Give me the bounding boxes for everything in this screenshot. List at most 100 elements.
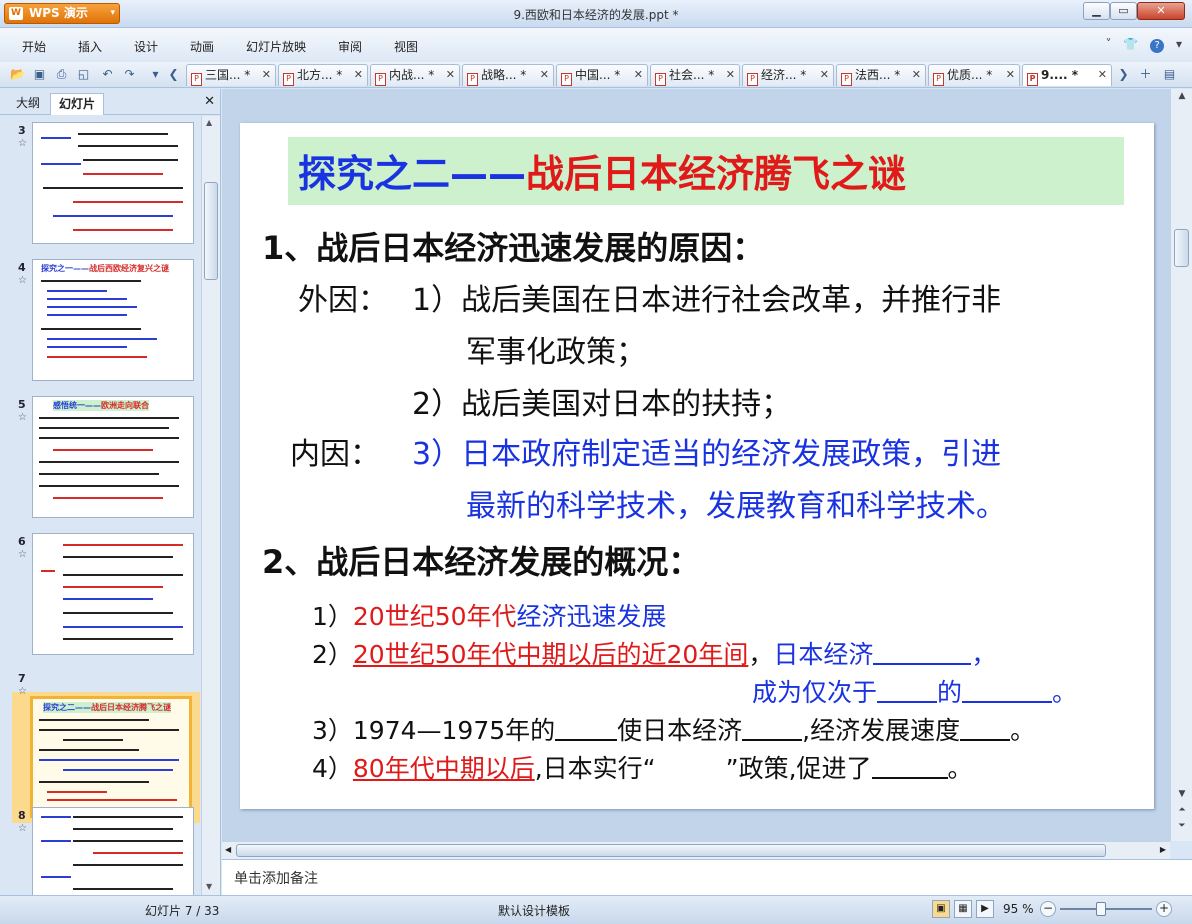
next-slide-icon[interactable]: ⏷ [1175, 821, 1189, 835]
menu-start[interactable]: 开始 [22, 38, 46, 55]
doc-tab-7[interactable]: P 经济... * ✕ [742, 64, 834, 86]
tab-list-icon[interactable]: ▤ [1162, 67, 1177, 82]
zoom-level[interactable]: 95 % [1003, 902, 1034, 916]
slide-sorter-view-icon[interactable]: ▦ [954, 900, 972, 918]
doc-tab-1[interactable]: P 三国... * ✕ [186, 64, 276, 86]
menu-animation[interactable]: 动画 [190, 38, 214, 55]
scroll-down-icon[interactable]: ▼ [1175, 789, 1189, 803]
thumb-slide-8[interactable] [32, 807, 194, 895]
maximize-button[interactable]: ▭ [1110, 2, 1137, 20]
close-tab-icon[interactable]: ✕ [634, 65, 643, 85]
close-button[interactable]: ✕ [1137, 2, 1185, 20]
menu-view[interactable]: 视图 [394, 38, 418, 55]
tab-outline[interactable]: 大纲 [8, 93, 48, 115]
help-icon[interactable]: ? [1150, 39, 1165, 53]
doc-tab-5[interactable]: P 中国... * ✕ [556, 64, 648, 86]
thumbnail-scrollbar[interactable]: ▲ ▼ [201, 116, 220, 895]
thumbnail-list: 3 ☆ 4 ☆ 探究之一——战后西欧经济复兴之谜 5 ☆ 感悟统一——欧洲走向联… [0, 116, 200, 895]
collapse-ribbon-icon[interactable]: ˅ [1106, 37, 1112, 51]
zoom-out-button[interactable]: − [1040, 901, 1056, 917]
notes-pane[interactable]: 单击添加备注 [222, 859, 1192, 895]
thumb-title: 探究之一——战后西欧经济复兴之谜 [41, 264, 169, 273]
doc-tab-4[interactable]: P 战略... * ✕ [462, 64, 554, 86]
close-tab-icon[interactable]: ✕ [726, 65, 735, 85]
close-tab-icon[interactable]: ✕ [446, 65, 455, 85]
doc-tab-6[interactable]: P 社会... * ✕ [650, 64, 740, 86]
fill-blank[interactable] [742, 719, 803, 741]
scrollbar-thumb[interactable] [204, 182, 218, 280]
heading-overview[interactable]: 2、战后日本经济发展的概况： [262, 537, 700, 583]
doc-tab-8[interactable]: P 法西... * ✕ [836, 64, 926, 86]
tabs-scroll-left-icon[interactable]: ❮ [166, 67, 181, 82]
print-preview-icon[interactable]: ◱ [76, 67, 91, 82]
fill-blank[interactable] [555, 719, 618, 741]
zoom-slider-handle[interactable] [1096, 902, 1106, 916]
external-cause-2: 2）战后美国对日本的扶持； [412, 387, 792, 422]
thumb-slide-3[interactable] [32, 122, 194, 244]
close-tab-icon[interactable]: ✕ [262, 65, 271, 85]
thumb-slide-7[interactable]: 探究之二——战后日本经济腾飞之谜 [30, 696, 192, 818]
previous-slide-icon[interactable]: ⏶ [1175, 805, 1189, 819]
close-tab-icon[interactable]: ✕ [820, 65, 829, 85]
doc-tab-3[interactable]: P 内战... * ✕ [370, 64, 460, 86]
editor-horizontal-scrollbar[interactable]: ◀ ▶ [222, 841, 1170, 859]
ppt-file-icon: P [191, 73, 202, 86]
doc-tab-2[interactable]: P 北方... * ✕ [278, 64, 368, 86]
thumb-slide-5[interactable]: 感悟统一——欧洲走向联合 [32, 396, 194, 518]
chevron-down-icon[interactable]: ▾ [1176, 37, 1182, 51]
normal-view-icon[interactable]: ▣ [932, 900, 950, 918]
fill-blank[interactable] [871, 757, 948, 779]
minimize-button[interactable]: ▁ [1083, 2, 1110, 20]
slide-canvas[interactable]: 探究之二——战后日本经济腾飞之谜 1、战后日本经济迅速发展的原因： 外因： 1）… [240, 123, 1154, 809]
close-tab-icon[interactable]: ✕ [912, 65, 921, 85]
open-icon[interactable]: 📂 [10, 67, 25, 82]
ppt-file-icon: P [1027, 73, 1038, 86]
fill-blank[interactable] [960, 719, 1011, 741]
zoom-in-button[interactable]: + [1156, 901, 1172, 917]
thumb-title: 感悟统一——欧洲走向联合 [53, 400, 149, 411]
thumb-slide-4[interactable]: 探究之一——战后西欧经济复兴之谜 [32, 259, 194, 381]
scrollbar-thumb[interactable] [1174, 229, 1189, 267]
scroll-down-icon[interactable]: ▼ [206, 882, 212, 891]
notes-placeholder[interactable]: 单击添加备注 [234, 868, 318, 888]
scroll-right-icon[interactable]: ▶ [1160, 845, 1166, 854]
tabs-scroll-right-icon[interactable]: ❯ [1116, 67, 1131, 82]
heading-causes[interactable]: 1、战后日本经济迅速发展的原因： [262, 223, 764, 269]
tab-slides[interactable]: 幻灯片 [50, 93, 105, 115]
animation-star-icon: ☆ [18, 549, 27, 560]
close-tab-icon[interactable]: ✕ [354, 65, 363, 85]
close-tab-icon[interactable]: ✕ [540, 65, 549, 85]
close-icon[interactable]: ✕ [204, 94, 215, 109]
toolbar-dropdown-icon[interactable]: ▾ [148, 67, 163, 82]
overview-item-4: 4）80年代中期以后,日本实行“ ”政策,促进了。 [312, 754, 973, 783]
undo-icon[interactable]: ↶ [100, 67, 115, 82]
fill-blank[interactable] [877, 681, 938, 703]
editor-vertical-scrollbar[interactable]: ▲ ▼ ⏶ ⏷ [1170, 89, 1192, 841]
fill-blank[interactable] [873, 643, 972, 665]
close-tab-icon[interactable]: ✕ [1006, 65, 1015, 85]
scroll-up-icon[interactable]: ▲ [206, 118, 212, 127]
close-tab-icon[interactable]: ✕ [1098, 65, 1107, 85]
fill-blank[interactable] [962, 681, 1053, 703]
menu-slideshow[interactable]: 幻灯片放映 [246, 38, 306, 55]
toolbar: 📂 ▣ ⎙ ◱ ↶ ↷ ▾ ❮ P 三国... * ✕ P 北方... * ✕ P 内战.… [0, 62, 1192, 88]
thumb-slide-6[interactable] [32, 533, 194, 655]
doc-tab-9[interactable]: P 优质... * ✕ [928, 64, 1020, 86]
menu-insert[interactable]: 插入 [78, 38, 102, 55]
doc-tab-active[interactable]: P 9.... * ✕ [1022, 64, 1112, 86]
scrollbar-thumb[interactable] [236, 844, 1106, 857]
slideshow-view-icon[interactable]: ▶ [976, 900, 994, 918]
menu-review[interactable]: 审阅 [338, 38, 362, 55]
ppt-file-icon: P [655, 73, 666, 86]
skin-icon[interactable]: 👕 [1123, 37, 1138, 51]
design-template-name[interactable]: 默认设计模板 [498, 902, 570, 919]
scroll-up-icon[interactable]: ▲ [1175, 91, 1189, 105]
new-tab-icon[interactable]: ＋ [1138, 67, 1153, 82]
redo-icon[interactable]: ↷ [122, 67, 137, 82]
menu-design[interactable]: 设计 [134, 38, 158, 55]
scroll-left-icon[interactable]: ◀ [225, 845, 231, 854]
print-icon[interactable]: ⎙ [54, 67, 69, 82]
zoom-slider-track[interactable] [1060, 908, 1152, 910]
save-icon[interactable]: ▣ [32, 67, 47, 82]
slide-title[interactable]: 探究之二——战后日本经济腾飞之谜 [298, 143, 906, 198]
